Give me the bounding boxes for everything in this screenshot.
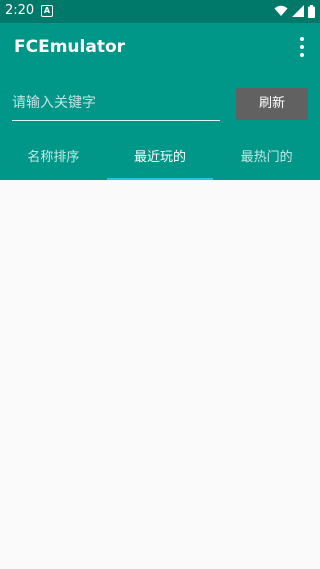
app-bar: FCEmulator — [0, 23, 320, 72]
search-bar: 刷新 — [0, 72, 320, 138]
tab-popular[interactable]: 最热门的 — [213, 138, 320, 180]
wifi-icon — [274, 5, 288, 16]
app-title: FCEmulator — [14, 37, 126, 57]
refresh-button[interactable]: 刷新 — [236, 88, 308, 120]
tab-bar: 名称排序 最近玩的 最热门的 — [0, 138, 320, 180]
battery-icon — [308, 4, 315, 18]
status-icons — [274, 4, 315, 18]
tab-name-sort[interactable]: 名称排序 — [0, 138, 107, 180]
status-bar: 2:20 A — [0, 0, 320, 23]
search-input[interactable] — [12, 86, 220, 121]
status-time: 2:20 — [5, 3, 35, 18]
more-vert-icon[interactable] — [294, 37, 310, 57]
tab-recent[interactable]: 最近玩的 — [106, 138, 214, 180]
signal-icon — [292, 5, 304, 17]
content-area — [0, 180, 320, 569]
notification-icon: A — [41, 5, 53, 17]
